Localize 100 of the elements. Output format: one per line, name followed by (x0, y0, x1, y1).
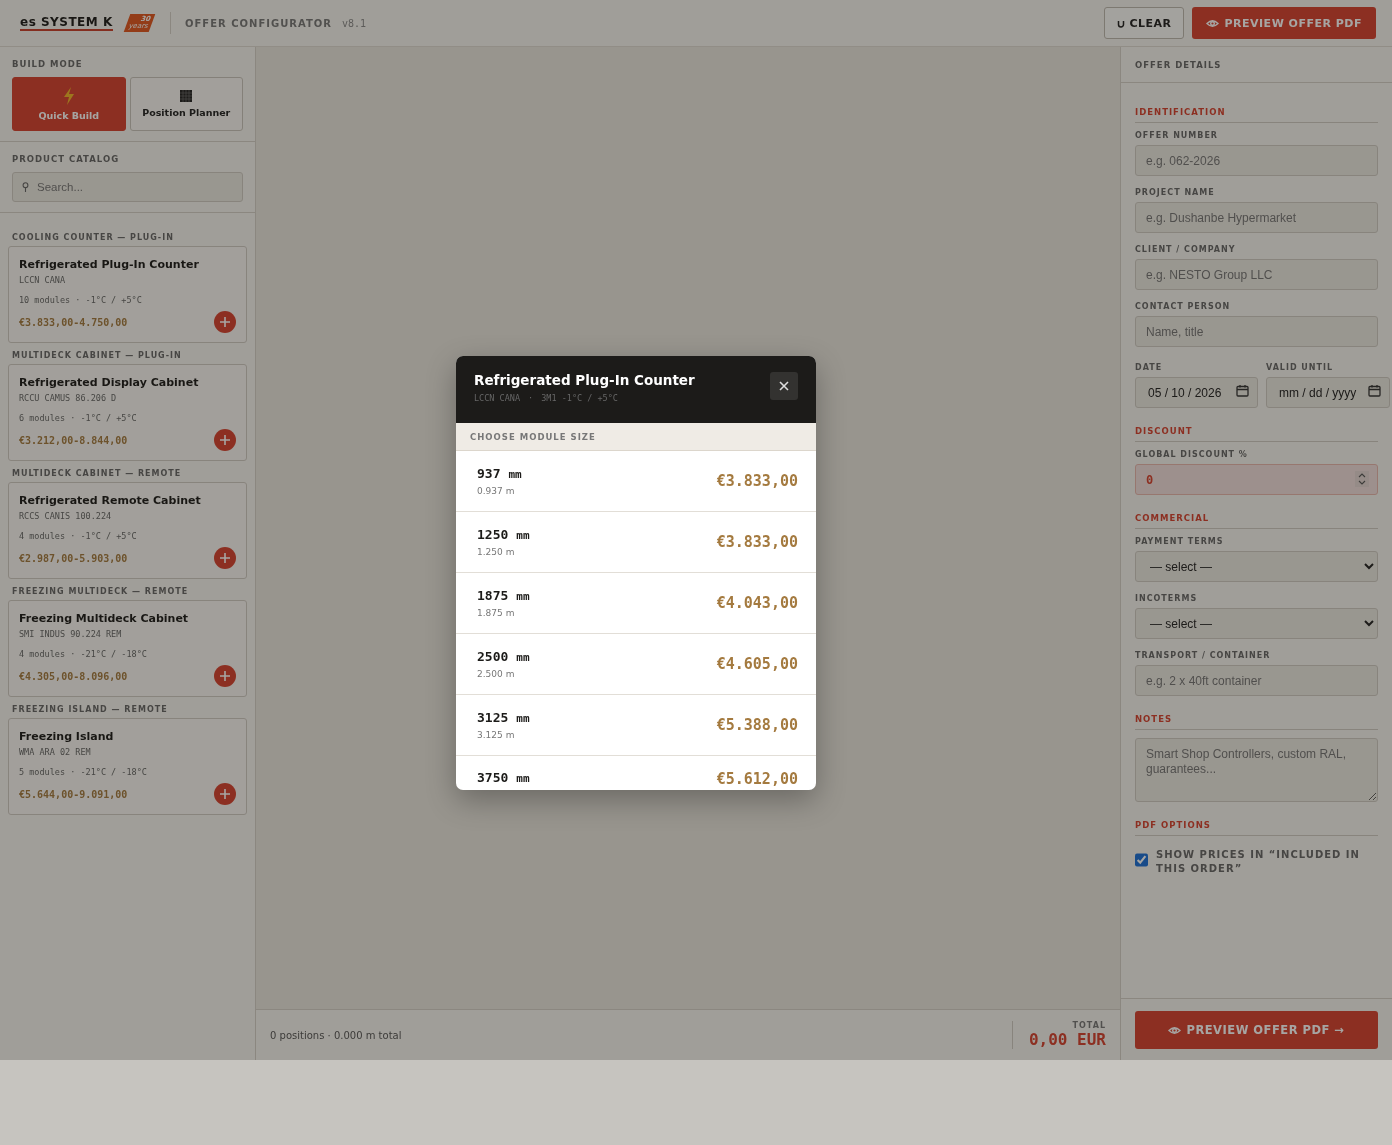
text-field[interactable]: e.g. NESTO Group LLC (1135, 259, 1378, 290)
plus-icon (220, 317, 230, 327)
field-label: CONTACT PERSON (1135, 302, 1232, 311)
field-label: CLIENT / COMPANY (1135, 245, 1237, 254)
mode-tab[interactable]: Quick Build (12, 77, 126, 131)
date-field[interactable]: mm / dd / yyyy (1266, 377, 1390, 408)
product-name: Freezing Multideck Cabinet (19, 612, 190, 625)
date-field[interactable]: 05 / 10 / 2026 (1135, 377, 1258, 408)
calendar-icon (1236, 384, 1249, 397)
option-price: €4.605,00 (716, 655, 798, 673)
text-field[interactable]: e.g. Dushanbe Hypermarket (1135, 202, 1378, 233)
panel-title: OFFER DETAILS (1135, 59, 1222, 70)
product-card[interactable]: Refrigerated Remote Cabinet RCCS CANIS 100.224 4 modules · -1°C / +5°C €2.987,00-5.903,00 (8, 482, 247, 579)
product-card[interactable]: Refrigerated Plug-In Counter LCCN CANA 10 modules · -1°C / +5°C €3.833,00-4.750,00 (8, 246, 247, 343)
section-label: BUILD MODE (12, 59, 84, 69)
calendar-icon (1368, 384, 1381, 397)
field-label: VALID UNTIL (1266, 363, 1335, 372)
size-unit: mm (516, 772, 530, 785)
size-value: 2500 (477, 649, 509, 664)
size-meters: 0.937 m (477, 486, 516, 496)
section-heading: COMMERCIAL (1135, 513, 1378, 529)
size-option[interactable]: 2500 mm 2.500 m €4.605,00 (456, 634, 816, 695)
product-name: Refrigerated Plug-In Counter (19, 258, 200, 271)
size-value: 1875 (477, 588, 509, 603)
field-label: PAYMENT TERMS (1135, 537, 1225, 546)
size-unit: mm (508, 468, 522, 481)
dropdown[interactable]: — select — (1135, 608, 1378, 639)
close-button[interactable] (770, 372, 798, 400)
size-option[interactable]: 3750 mm €5.612,00 (456, 756, 816, 790)
positions-summary: 0 positions · 0.000 m total (270, 1029, 402, 1041)
close-icon (779, 381, 789, 391)
section-heading: IDENTIFICATION (1135, 107, 1378, 123)
total-value: 0,00 EUR (1028, 1030, 1106, 1049)
product-specs: 3M1 -1°C / +5°C (541, 393, 618, 403)
plus-icon (220, 671, 230, 681)
plus-icon (220, 435, 230, 445)
option-price: €3.833,00 (716, 533, 798, 551)
size-meters: 3.125 m (477, 730, 516, 740)
lightning-icon (61, 87, 76, 105)
total-label: TOTAL (1072, 1021, 1106, 1030)
clear-button[interactable]: CLEAR (1104, 7, 1185, 39)
search-icon (22, 182, 29, 192)
grid-icon (180, 90, 193, 102)
logo: es SYSTEM K (20, 15, 113, 31)
reset-icon (1117, 18, 1126, 28)
size-option[interactable]: 3125 mm 3.125 m €5.388,00 (456, 695, 816, 756)
size-value: 3125 (477, 710, 509, 725)
text-field[interactable]: e.g. 062-2026 (1135, 145, 1378, 176)
product-specs: 5 modules · -21°C / -18°C (19, 767, 148, 777)
size-meters: 2.500 m (477, 669, 516, 679)
option-price: €5.612,00 (716, 770, 798, 788)
text-field[interactable]: e.g. 2 x 40ft container (1135, 665, 1378, 696)
mode-tab[interactable]: Position Planner (129, 77, 243, 131)
size-option[interactable]: 1250 mm 1.250 m €3.833,00 (456, 512, 816, 573)
size-unit: mm (516, 590, 530, 603)
category-label: FREEZING MULTIDECK — REMOTE (12, 587, 190, 596)
category-label: MULTIDECK CABINET — REMOTE (12, 469, 183, 478)
product-specs: 4 modules · -21°C / -18°C (19, 649, 148, 659)
size-value: 937 (477, 466, 501, 481)
checkbox-label: SHOW PRICES IN “INCLUDED IN THIS ORDER” (1156, 848, 1361, 876)
product-card[interactable]: Freezing Island WMA ARA 02 REM 5 modules · -21°C / -18°C €5.644,00-9.091,00 (8, 718, 247, 815)
section-heading: DISCOUNT (1135, 426, 1378, 442)
size-value: 1250 (477, 527, 509, 542)
category-label: MULTIDECK CABINET — PLUG-IN (12, 351, 183, 360)
section-label: CHOOSE MODULE SIZE (456, 423, 816, 451)
product-code: LCCN CANA (19, 275, 67, 285)
product-card[interactable]: Refrigerated Display Cabinet RCCU CAMUS 86.206 D 6 modules · -1°C / +5°C €3.212,00-8.844,00 (8, 364, 247, 461)
size-option[interactable]: 937 mm 0.937 m €3.833,00 (456, 451, 816, 512)
add-button[interactable] (214, 429, 236, 451)
size-meters: 1.250 m (477, 547, 516, 557)
add-button[interactable] (214, 311, 236, 333)
size-unit: mm (516, 712, 530, 725)
price-range: €3.212,00-8.844,00 (19, 434, 128, 446)
size-unit: mm (516, 651, 530, 664)
app-title: OFFER CONFIGURATOR (185, 17, 332, 29)
search-field[interactable]: Search... (12, 172, 243, 202)
size-option[interactable]: 1875 mm 1.875 m €4.043,00 (456, 573, 816, 634)
text-field[interactable]: Name, title (1135, 316, 1378, 347)
product-name: Refrigerated Remote Cabinet (19, 494, 202, 507)
size-unit: mm (516, 529, 530, 542)
add-button[interactable] (214, 665, 236, 687)
product-code: RCCS CANIS 100.224 (19, 511, 113, 521)
checkbox[interactable] (1135, 853, 1148, 867)
field-label: GLOBAL DISCOUNT % (1135, 450, 1249, 459)
notes-field[interactable]: Smart Shop Controllers, custom RAL, guarantees... (1135, 738, 1378, 802)
eye-icon (1206, 17, 1220, 29)
add-button[interactable] (214, 783, 236, 805)
section-heading: PDF OPTIONS (1135, 820, 1378, 836)
dropdown[interactable]: — select — (1135, 551, 1378, 582)
price-range: €2.987,00-5.903,00 (19, 552, 128, 564)
product-specs: 6 modules · -1°C / +5°C (19, 413, 138, 423)
add-button[interactable] (214, 547, 236, 569)
plus-icon (220, 789, 230, 799)
price-range: €3.833,00-4.750,00 (19, 316, 128, 328)
product-code: WMA ARA 02 REM (19, 747, 92, 757)
eye-icon (1168, 1024, 1182, 1036)
size-meters: 1.875 m (477, 608, 516, 618)
product-card[interactable]: Freezing Multideck Cabinet SMI INDUS 90.224 REM 4 modules · -21°C / -18°C €4.305,00-8.096,00 (8, 600, 247, 697)
section-label: PRODUCT CATALOG (12, 154, 121, 164)
product-code: RCCU CAMUS 86.206 D (19, 393, 118, 403)
